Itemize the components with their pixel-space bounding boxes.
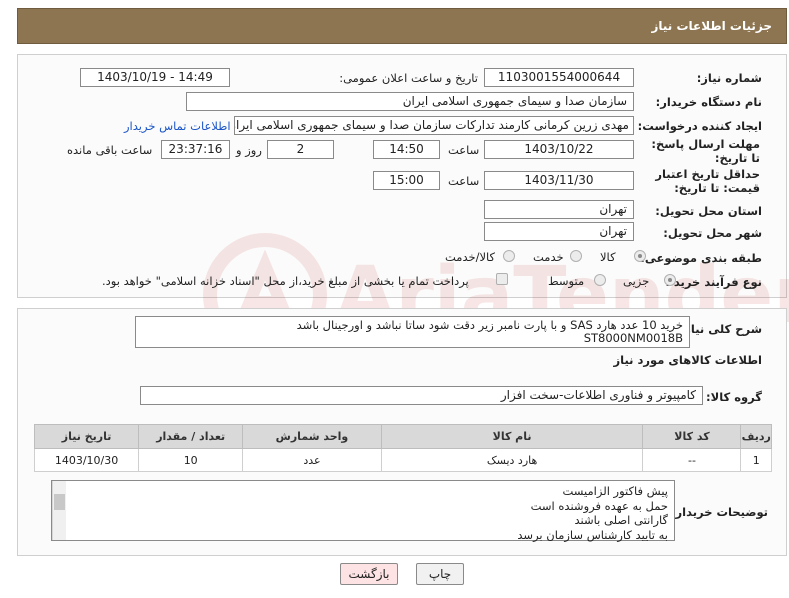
province-label: استان محل تحویل: [655, 204, 762, 218]
process-label: نوع فرآیند خرید : [665, 275, 762, 289]
deadline-label: مهلت ارسال پاسخ: تا تاریخ: [651, 137, 760, 165]
validity-label: حداقل تاریخ اعتبار قیمت: تا تاریخ: [655, 167, 760, 195]
buyer-note-line: پیش فاکتور الزامیست [562, 484, 668, 498]
buyer-note-line: گارانتی اصلی باشند [574, 513, 669, 527]
buyer-contact-link[interactable]: اطلاعات تماس خریدار [124, 119, 231, 133]
header-date: تاریخ نیاز [33, 424, 140, 449]
need-number-label: شماره نیاز: [696, 71, 762, 85]
deadline-date-field: 1403/10/22 [484, 140, 634, 159]
buyer-notes-scrollbar[interactable] [52, 481, 66, 540]
header-name: نام کالا [380, 424, 644, 449]
cell-code: -- [642, 448, 742, 472]
need-number-field: 1103001554000644 [484, 68, 634, 87]
validity-time-field: 15:00 [373, 171, 440, 190]
process-option-medium: متوسط [548, 274, 585, 288]
category-option-goods: کالا [600, 250, 616, 264]
cell-row-number: 1 [740, 448, 772, 472]
cell-date: 1403/10/30 [33, 448, 140, 472]
creator-field: مهدی زرین کرمانی کارمند تدارکات سازمان ص… [234, 116, 634, 135]
print-button[interactable]: چاپ [416, 563, 464, 585]
creator-label: ایجاد کننده درخواست: [637, 119, 762, 133]
deadline-time-field: 14:50 [373, 140, 440, 159]
page-title: جزئیات اطلاعات نیاز [651, 19, 772, 33]
city-label: شهر محل تحویل: [663, 226, 762, 240]
remaining-time-field: 23:37:16 [161, 140, 230, 159]
cell-unit: عدد [242, 448, 382, 472]
category-option-goods-service: کالا/خدمت [445, 250, 496, 264]
header-quantity: تعداد / مقدار [138, 424, 244, 449]
days-field: 2 [267, 140, 334, 159]
category-option-service: خدمت [533, 250, 564, 264]
table-row: 1 -- هارد دیسک عدد 10 1403/10/30 [33, 448, 772, 472]
city-field: تهران [484, 222, 634, 241]
cell-name: هارد دیسک [380, 448, 644, 472]
buyer-notes-textarea: پیش فاکتور الزامیست حمل به عهده فروشنده … [51, 480, 675, 542]
buyer-note-line: به تایید کارشناس سازمان برسد [517, 527, 668, 542]
process-option-minor: جزیی [623, 274, 650, 288]
description-line-2: ST8000NM0018B [583, 331, 683, 345]
category-label: طبقه بندی موضوعی: [640, 251, 762, 265]
header-code: کد کالا [642, 424, 742, 449]
validity-date-field: 1403/11/30 [484, 171, 634, 190]
announce-field: 1403/10/19 - 14:49 [80, 68, 230, 87]
deadline-time-label: ساعت [448, 143, 480, 157]
buyer-org-label: نام دستگاه خریدار: [655, 95, 762, 109]
goods-group-label: گروه کالا: [706, 390, 762, 404]
payment-note: پرداخت تمام یا بخشی از مبلغ خرید،از محل … [102, 274, 469, 288]
goods-section-title: اطلاعات کالاهای مورد نیاز [613, 353, 762, 367]
province-field: تهران [484, 200, 634, 219]
process-radio-medium[interactable] [594, 274, 606, 286]
header-row-number: ردیف [740, 424, 772, 449]
goods-group-field: کامپیوتر و فناوری اطلاعات-سخت افزار [140, 386, 703, 405]
buyer-org-field: سازمان صدا و سیمای جمهوری اسلامی ایران [186, 92, 634, 111]
goods-table: ردیف کد کالا نام کالا واحد شمارش تعداد /… [33, 424, 772, 472]
page-header: جزئیات اطلاعات نیاز [17, 8, 787, 44]
header-unit: واحد شمارش [242, 424, 382, 449]
treasury-checkbox[interactable] [496, 273, 508, 285]
buyer-note-line: حمل به عهده فروشنده است [530, 498, 668, 513]
validity-time-label: ساعت [448, 174, 480, 188]
remaining-label: ساعت باقی مانده [67, 143, 153, 157]
back-button[interactable]: بازگشت [340, 563, 398, 585]
cell-quantity: 10 [138, 448, 244, 472]
buyer-notes-label: توضیحات خریدار: [670, 505, 768, 519]
category-radio-goods-service[interactable] [503, 250, 515, 262]
description-label: شرح کلی نیاز: [679, 322, 762, 336]
process-radio-minor[interactable] [664, 274, 676, 286]
category-radio-goods[interactable] [634, 250, 646, 262]
announce-label: تاریخ و ساعت اعلان عمومی: [339, 71, 478, 85]
scroll-thumb[interactable] [54, 494, 65, 510]
goods-table-header: ردیف کد کالا نام کالا واحد شمارش تعداد /… [33, 424, 772, 449]
category-radio-service[interactable] [570, 250, 582, 262]
days-label: روز و [236, 143, 262, 157]
description-textarea: خرید 10 عدد هارد SAS و با پارت نامبر زیر… [135, 316, 690, 348]
